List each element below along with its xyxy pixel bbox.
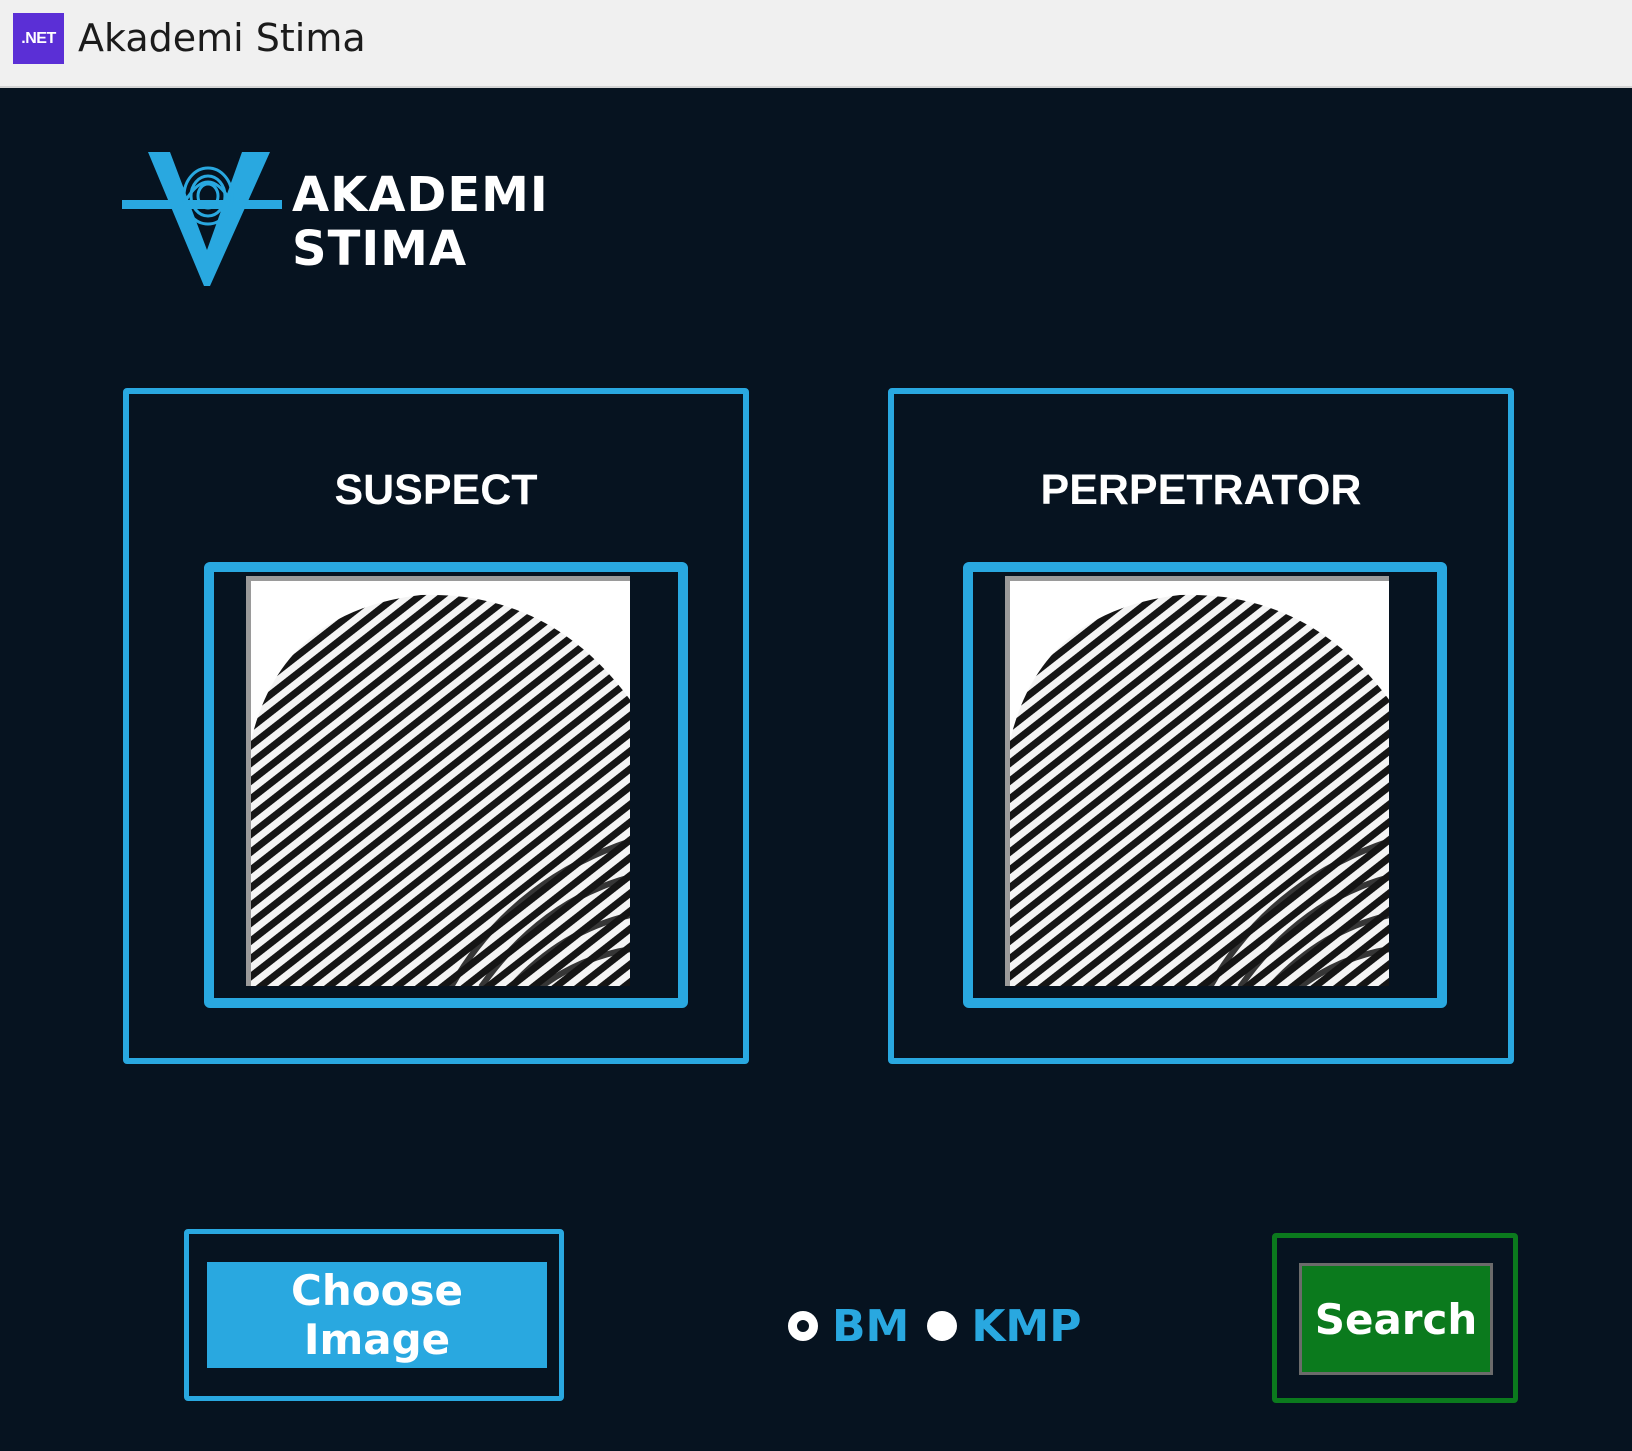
search-button[interactable]: Search — [1299, 1263, 1493, 1375]
perpetrator-image-frame — [963, 562, 1447, 1008]
window-title: Akademi Stima — [78, 16, 366, 60]
kmp-radio-label[interactable]: KMP — [971, 1301, 1081, 1352]
dotnet-app-icon: .NET — [13, 13, 64, 64]
suspect-image-frame — [204, 562, 688, 1008]
algorithm-radio-group: BM KMP — [788, 1298, 1081, 1354]
choose-image-frame: Choose Image — [184, 1229, 564, 1401]
logo-line-1: AKADEMI — [292, 167, 549, 223]
search-button-frame: Search — [1272, 1233, 1518, 1403]
kmp-radio-button[interactable] — [927, 1311, 958, 1341]
radio-option-bm[interactable]: BM — [788, 1301, 909, 1352]
suspect-panel: SUSPECT — [123, 388, 749, 1064]
logo-line-2: STIMA — [292, 221, 468, 277]
bm-radio-label[interactable]: BM — [832, 1301, 909, 1352]
window-titlebar: .NET Akademi Stima — [0, 0, 1632, 88]
suspect-fingerprint-image — [246, 576, 630, 986]
perpetrator-title: PERPETRATOR — [1040, 466, 1362, 514]
logo-wordmark: AKADEMI STIMA — [292, 168, 549, 276]
bm-radio-button[interactable] — [788, 1311, 818, 1341]
suspect-title: SUSPECT — [334, 466, 538, 514]
perpetrator-fingerprint-image — [1005, 576, 1389, 986]
perpetrator-panel: PERPETRATOR — [888, 388, 1514, 1064]
choose-image-button[interactable]: Choose Image — [207, 1262, 547, 1368]
radio-option-kmp[interactable]: KMP — [927, 1301, 1081, 1352]
